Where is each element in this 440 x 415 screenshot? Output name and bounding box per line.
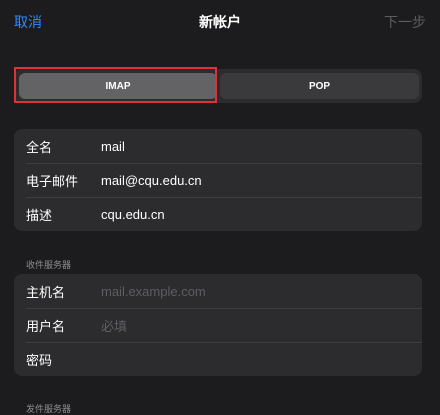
hostname-field[interactable]: mail.example.com xyxy=(101,284,206,299)
full-name-label: 全名 xyxy=(26,139,53,155)
outgoing-server-header: 发件服务器 xyxy=(26,404,72,414)
password-label: 密码 xyxy=(26,352,53,368)
password-row[interactable]: 密码 xyxy=(14,342,422,376)
email-row[interactable]: 电子邮件 mail@cqu.edu.cn xyxy=(14,163,422,197)
email-label: 电子邮件 xyxy=(26,173,79,189)
email-field[interactable]: mail@cqu.edu.cn xyxy=(101,173,202,188)
segment-imap[interactable]: IMAP xyxy=(19,73,217,99)
incoming-server-group: 主机名 mail.example.com 用户名 必填 密码 xyxy=(14,274,422,376)
username-row[interactable]: 用户名 必填 xyxy=(14,308,422,342)
navigation-bar: 取消 新帐户 下一步 xyxy=(0,0,440,44)
page-title: 新帐户 xyxy=(199,14,241,30)
full-name-row[interactable]: 全名 mail xyxy=(14,129,422,163)
full-name-field[interactable]: mail xyxy=(101,139,125,154)
hostname-row[interactable]: 主机名 mail.example.com xyxy=(14,274,422,308)
description-row[interactable]: 描述 cqu.edu.cn xyxy=(14,197,422,231)
username-field[interactable]: 必填 xyxy=(101,316,127,335)
description-field[interactable]: cqu.edu.cn xyxy=(101,207,165,222)
incoming-server-header: 收件服务器 xyxy=(26,260,72,270)
hostname-label: 主机名 xyxy=(26,284,66,300)
next-button[interactable]: 下一步 xyxy=(384,12,426,32)
account-type-segmented-control: IMAP POP xyxy=(14,69,422,103)
username-label: 用户名 xyxy=(26,318,66,334)
account-info-group: 全名 mail 电子邮件 mail@cqu.edu.cn 描述 cqu.edu.… xyxy=(14,129,422,231)
segment-pop[interactable]: POP xyxy=(220,73,419,99)
description-label: 描述 xyxy=(26,207,53,223)
